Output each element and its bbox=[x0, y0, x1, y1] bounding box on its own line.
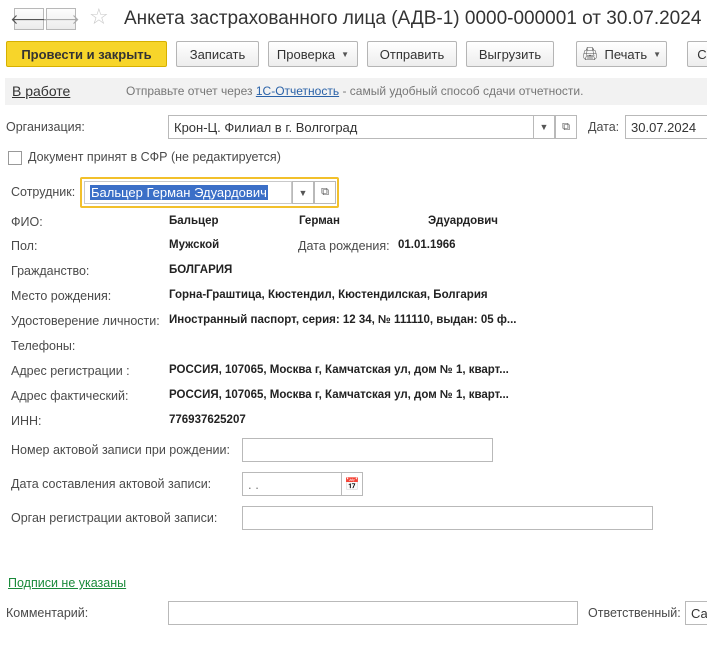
employee-label: Сотрудник: bbox=[11, 185, 76, 199]
phones-label: Телефоны: bbox=[11, 339, 76, 353]
hint-text-before: Отправьте отчет через bbox=[126, 84, 253, 98]
open-window-icon: ⧉ bbox=[321, 186, 329, 198]
citizenship-label: Гражданство: bbox=[11, 264, 90, 278]
gender-label: Пол: bbox=[11, 239, 38, 253]
triangle-down-icon: ▼ bbox=[539, 122, 549, 132]
calendar-icon: 📅 bbox=[344, 477, 360, 491]
responsible-label: Ответственный: bbox=[588, 606, 681, 620]
hint-text-after: - самый удобный способ сдачи отчетности. bbox=[342, 84, 584, 98]
more-button[interactable]: С bbox=[687, 41, 707, 67]
responsible-field[interactable]: Са bbox=[685, 601, 707, 625]
inn-label: ИНН: bbox=[11, 414, 42, 428]
accepted-checkbox[interactable] bbox=[8, 151, 22, 165]
birth-date-value: 01.01.1966 bbox=[398, 239, 456, 251]
act-org-input[interactable] bbox=[242, 506, 653, 530]
birth-date-label: Дата рождения: bbox=[298, 239, 390, 253]
organization-label: Организация: bbox=[6, 120, 85, 134]
fact-address-label: Адрес фактический: bbox=[11, 389, 129, 403]
id-document-label: Удостоверение личности: bbox=[11, 314, 160, 328]
arrow-right-icon: 🡒 bbox=[42, 10, 80, 27]
employee-dropdown[interactable]: ▼ bbox=[292, 181, 314, 204]
reg-address-value: РОССИЯ, 107065, Москва г, Камчатская ул,… bbox=[169, 364, 509, 376]
last-name-value: Бальцер bbox=[169, 215, 219, 227]
date-field[interactable]: 30.07.2024 bbox=[625, 115, 707, 139]
act-org-label: Орган регистрации актовой записи: bbox=[11, 511, 218, 525]
triangle-down-icon: ▼ bbox=[341, 49, 350, 59]
export-button[interactable]: Выгрузить bbox=[466, 41, 554, 67]
accepted-label: Документ принят в СФР (не редактируется) bbox=[28, 150, 281, 164]
citizenship-value: БОЛГАРИЯ bbox=[169, 264, 233, 276]
inn-value: 776937625207 bbox=[169, 414, 246, 426]
reg-address-label: Адрес регистрации : bbox=[11, 364, 130, 378]
print-button-label: Печать bbox=[604, 46, 648, 62]
triangle-down-icon: ▼ bbox=[653, 49, 662, 59]
post-and-close-button[interactable]: Провести и закрыть bbox=[6, 41, 167, 67]
fact-address-value: РОССИЯ, 107065, Москва г, Камчатская ул,… bbox=[169, 389, 509, 401]
reporting-link[interactable]: 1С-Отчетность bbox=[256, 84, 339, 98]
employee-value: Бальцер Герман Эдуардович bbox=[90, 185, 268, 200]
star-icon[interactable]: ☆ bbox=[89, 6, 109, 28]
send-button[interactable]: Отправить bbox=[367, 41, 457, 67]
act-number-label: Номер актовой записи при рождении: bbox=[11, 443, 230, 457]
printer-icon: 🖨 bbox=[581, 46, 599, 61]
print-button[interactable]: 🖨 Печать ▼ bbox=[576, 41, 667, 67]
employee-field[interactable]: Бальцер Герман Эдуардович bbox=[84, 181, 292, 204]
comment-label: Комментарий: bbox=[6, 606, 89, 620]
act-date-label: Дата составления актовой записи: bbox=[11, 477, 212, 491]
save-button[interactable]: Записать bbox=[176, 41, 259, 67]
act-date-input[interactable]: . . bbox=[242, 472, 342, 496]
check-button-label: Проверка bbox=[276, 46, 336, 62]
id-document-value: Иностранный паспорт, серия: 12 34, № 111… bbox=[169, 314, 517, 326]
comment-input[interactable] bbox=[168, 601, 578, 625]
triangle-down-icon: ▼ bbox=[298, 187, 308, 198]
forward-button[interactable]: 🡒 bbox=[42, 8, 80, 30]
signatures-link[interactable]: Подписи не указаны bbox=[8, 576, 126, 590]
status-link[interactable]: В работе bbox=[12, 83, 70, 99]
date-label: Дата: bbox=[588, 120, 620, 134]
open-window-icon: ⧉ bbox=[562, 120, 570, 133]
calendar-button[interactable]: 📅 bbox=[341, 472, 363, 496]
more-button-label: С bbox=[697, 46, 707, 62]
organization-open[interactable]: ⧉ bbox=[555, 115, 577, 139]
first-name-value: Герман bbox=[299, 215, 340, 227]
birthplace-value: Горна-Граштица, Кюстендил, Кюстендилская… bbox=[169, 289, 488, 301]
organization-field[interactable]: Крон-Ц. Филиал в г. Волгоград bbox=[168, 115, 534, 139]
birthplace-label: Место рождения: bbox=[11, 289, 112, 303]
organization-dropdown[interactable]: ▼ bbox=[533, 115, 555, 139]
gender-value: Мужской bbox=[169, 239, 220, 251]
patronymic-value: Эдуардович bbox=[428, 215, 498, 227]
back-button[interactable]: 🡐 bbox=[10, 8, 48, 30]
reporting-hint: Отправьте отчет через 1С-Отчетность - са… bbox=[126, 84, 583, 98]
employee-open[interactable]: ⧉ bbox=[314, 181, 336, 204]
page-title: Анкета застрахованного лица (АДВ-1) 0000… bbox=[124, 8, 702, 29]
fio-label: ФИО: bbox=[11, 215, 43, 229]
check-button[interactable]: Проверка ▼ bbox=[268, 41, 358, 67]
act-number-input[interactable] bbox=[242, 438, 493, 462]
